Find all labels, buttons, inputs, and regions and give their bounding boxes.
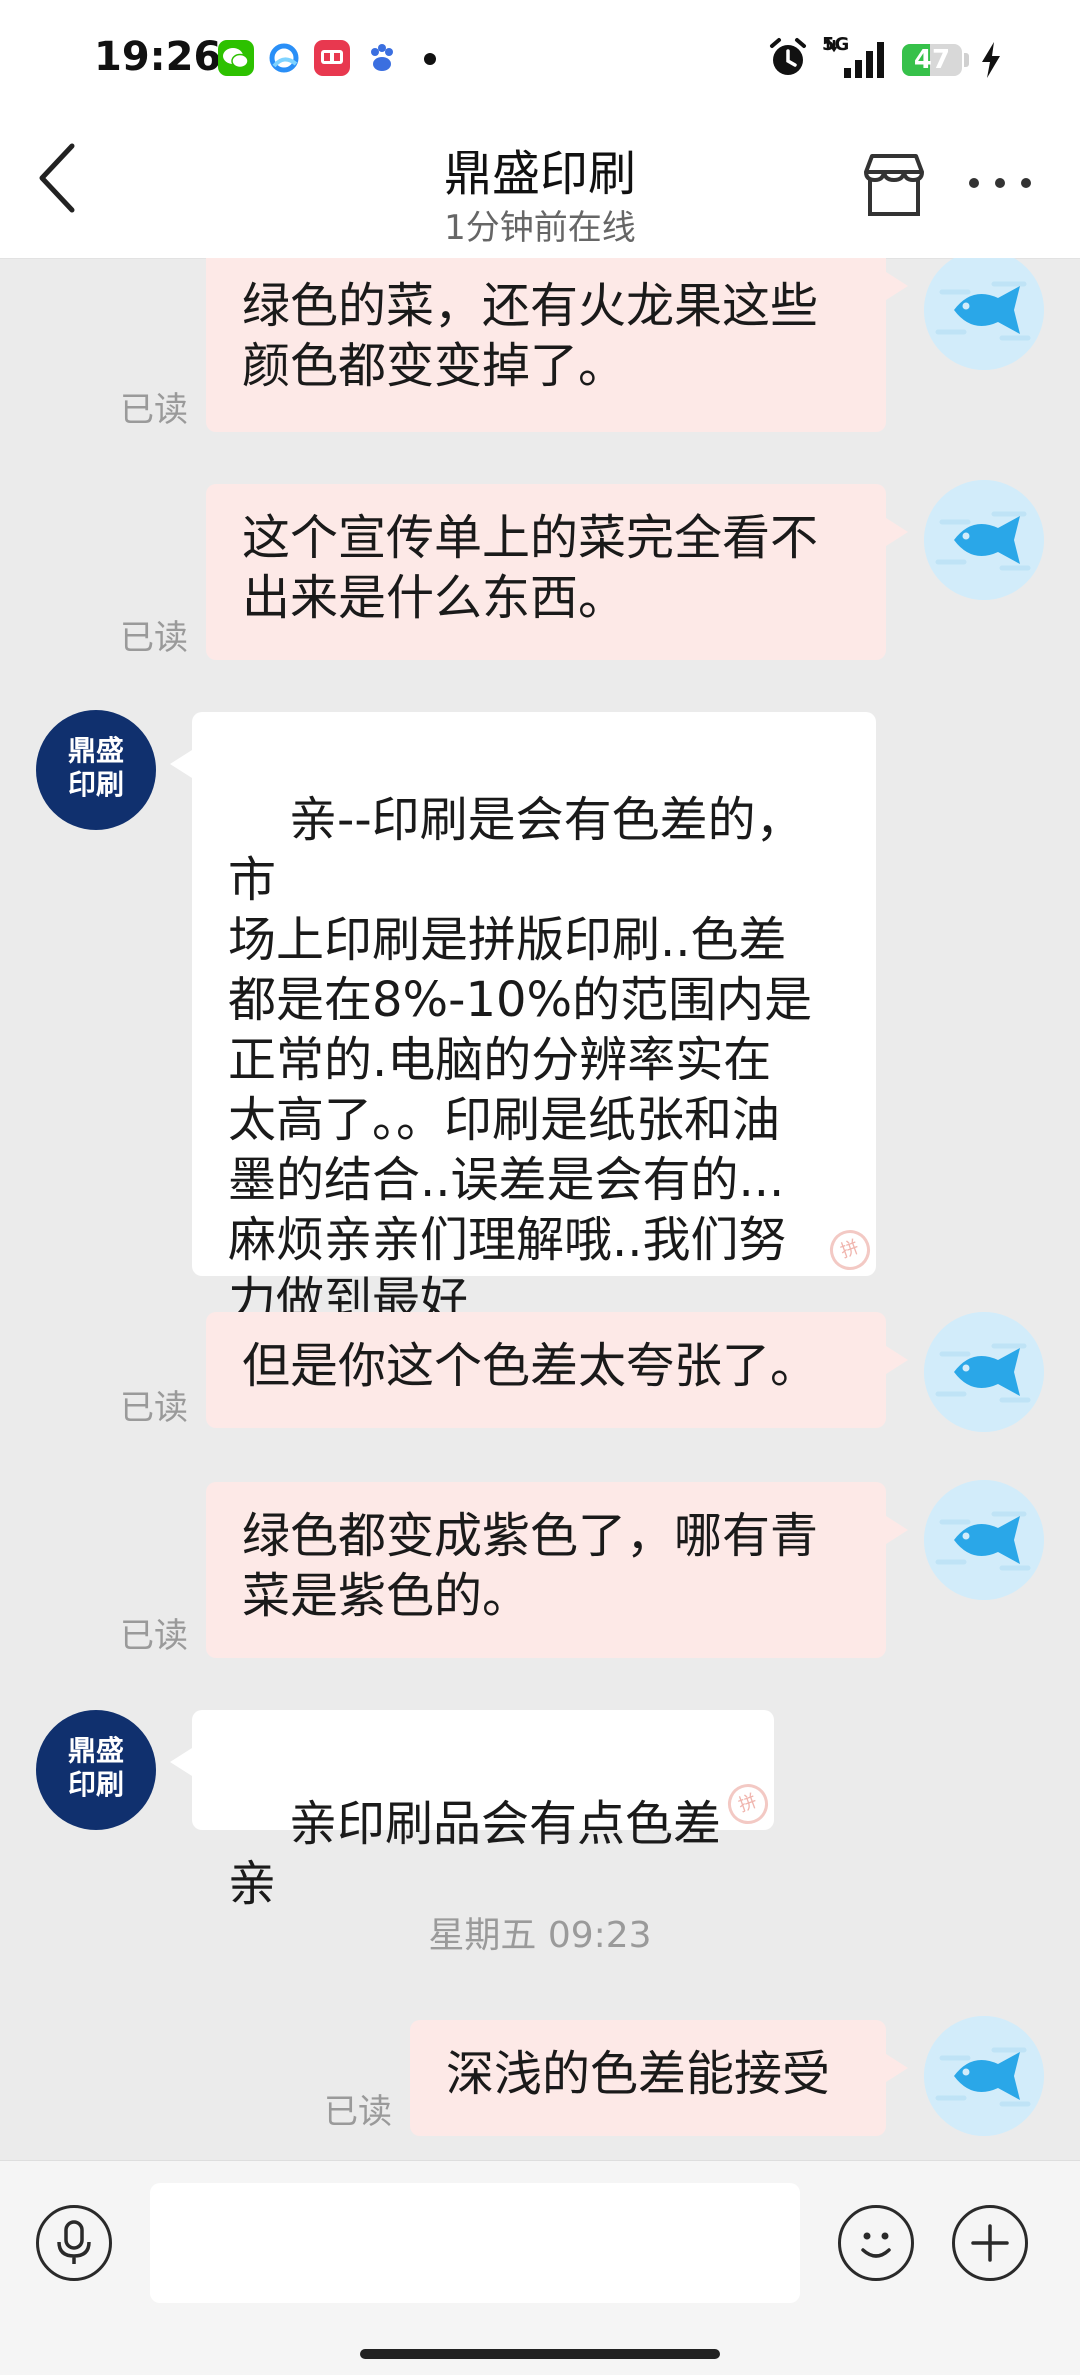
message-text: 亲--印刷是会有色差的，市 场上印刷是拼版印刷..色差 都是在8%-10%的范围… [228,792,813,1328]
microphone-icon [57,2220,91,2264]
message-list[interactable]: 已读 绿色的菜，还有火龙果这些 颜色都变变掉了。 已读 这个宣传单上的菜完全看不… [0,258,1080,2158]
read-receipt: 已读 [120,390,188,430]
battery-cap [964,53,969,67]
notification-dot-icon [424,53,436,65]
browser-icon [266,40,302,76]
my-avatar-fish-icon[interactable] [924,258,1044,370]
my-message-bubble[interactable]: 但是你这个色差太夸张了。 [206,1312,908,1428]
status-bar: 19:26 5G 47 [0,0,1080,110]
read-receipt: 已读 [120,618,188,658]
more-options-icon[interactable] [960,168,1040,198]
date-separator: 星期五 09:23 [428,1915,652,1956]
status-time: 19:26 [94,34,222,80]
add-attachment-button[interactable] [952,2205,1028,2281]
shop-avatar-line2: 印刷 [67,1768,124,1801]
message-text: 亲印刷品会有点色差亲 [228,1796,722,1912]
my-avatar-fish-icon[interactable] [924,1312,1044,1432]
shop-message-bubble[interactable]: 亲印刷品会有点色差亲 拼 [170,1710,774,1912]
read-receipt: 已读 [120,1616,188,1656]
my-message-bubble[interactable]: 这个宣传单上的菜完全看不 出来是什么东西。 [206,484,908,660]
shop-avatar-line1: 鼎盛 [67,1734,124,1767]
my-avatar-fish-icon[interactable] [924,2016,1044,2136]
plus-icon [971,2224,1009,2262]
seal-stamp-icon: 拼 [722,1778,774,1830]
food-app-icon [314,40,350,76]
my-message-bubble[interactable]: 绿色的菜，还有火龙果这些 颜色都变变掉了。 [206,258,908,432]
signal-icon [824,36,890,84]
read-receipt: 已读 [120,1388,188,1428]
alarm-icon [768,36,808,84]
my-message-bubble[interactable]: 绿色都变成紫色了，哪有青 菜是紫色的。 [206,1482,908,1658]
battery-level: 47 [913,45,951,75]
seal-stamp-icon: 拼 [824,1224,876,1276]
my-message-bubble[interactable]: 深浅的色差能接受 [410,2020,908,2136]
message-input[interactable] [150,2183,800,2303]
wechat-icon [218,40,254,76]
read-receipt: 已读 [324,2092,392,2132]
chat-header: 鼎盛印刷 1分钟前在线 [0,110,1080,259]
shop-avatar[interactable]: 鼎盛 印刷 [36,710,156,830]
charging-icon [978,40,1004,84]
my-avatar-fish-icon[interactable] [924,1480,1044,1600]
shop-avatar[interactable]: 鼎盛 印刷 [36,1710,156,1830]
battery-icon: 47 [902,44,962,76]
shop-message-bubble[interactable]: 亲--印刷是会有色差的，市 场上印刷是拼版印刷..色差 都是在8%-10%的范围… [170,712,876,1328]
shop-icon[interactable] [856,148,932,224]
baidu-icon [364,40,400,76]
home-indicator[interactable] [360,2349,720,2359]
voice-input-button[interactable] [36,2205,112,2281]
smiley-icon [861,2232,891,2258]
shop-avatar-line1: 鼎盛 [67,734,124,767]
input-bar [0,2160,1080,2375]
shop-avatar-line2: 印刷 [67,768,124,801]
my-avatar-fish-icon[interactable] [924,480,1044,600]
emoji-button[interactable] [838,2205,914,2281]
